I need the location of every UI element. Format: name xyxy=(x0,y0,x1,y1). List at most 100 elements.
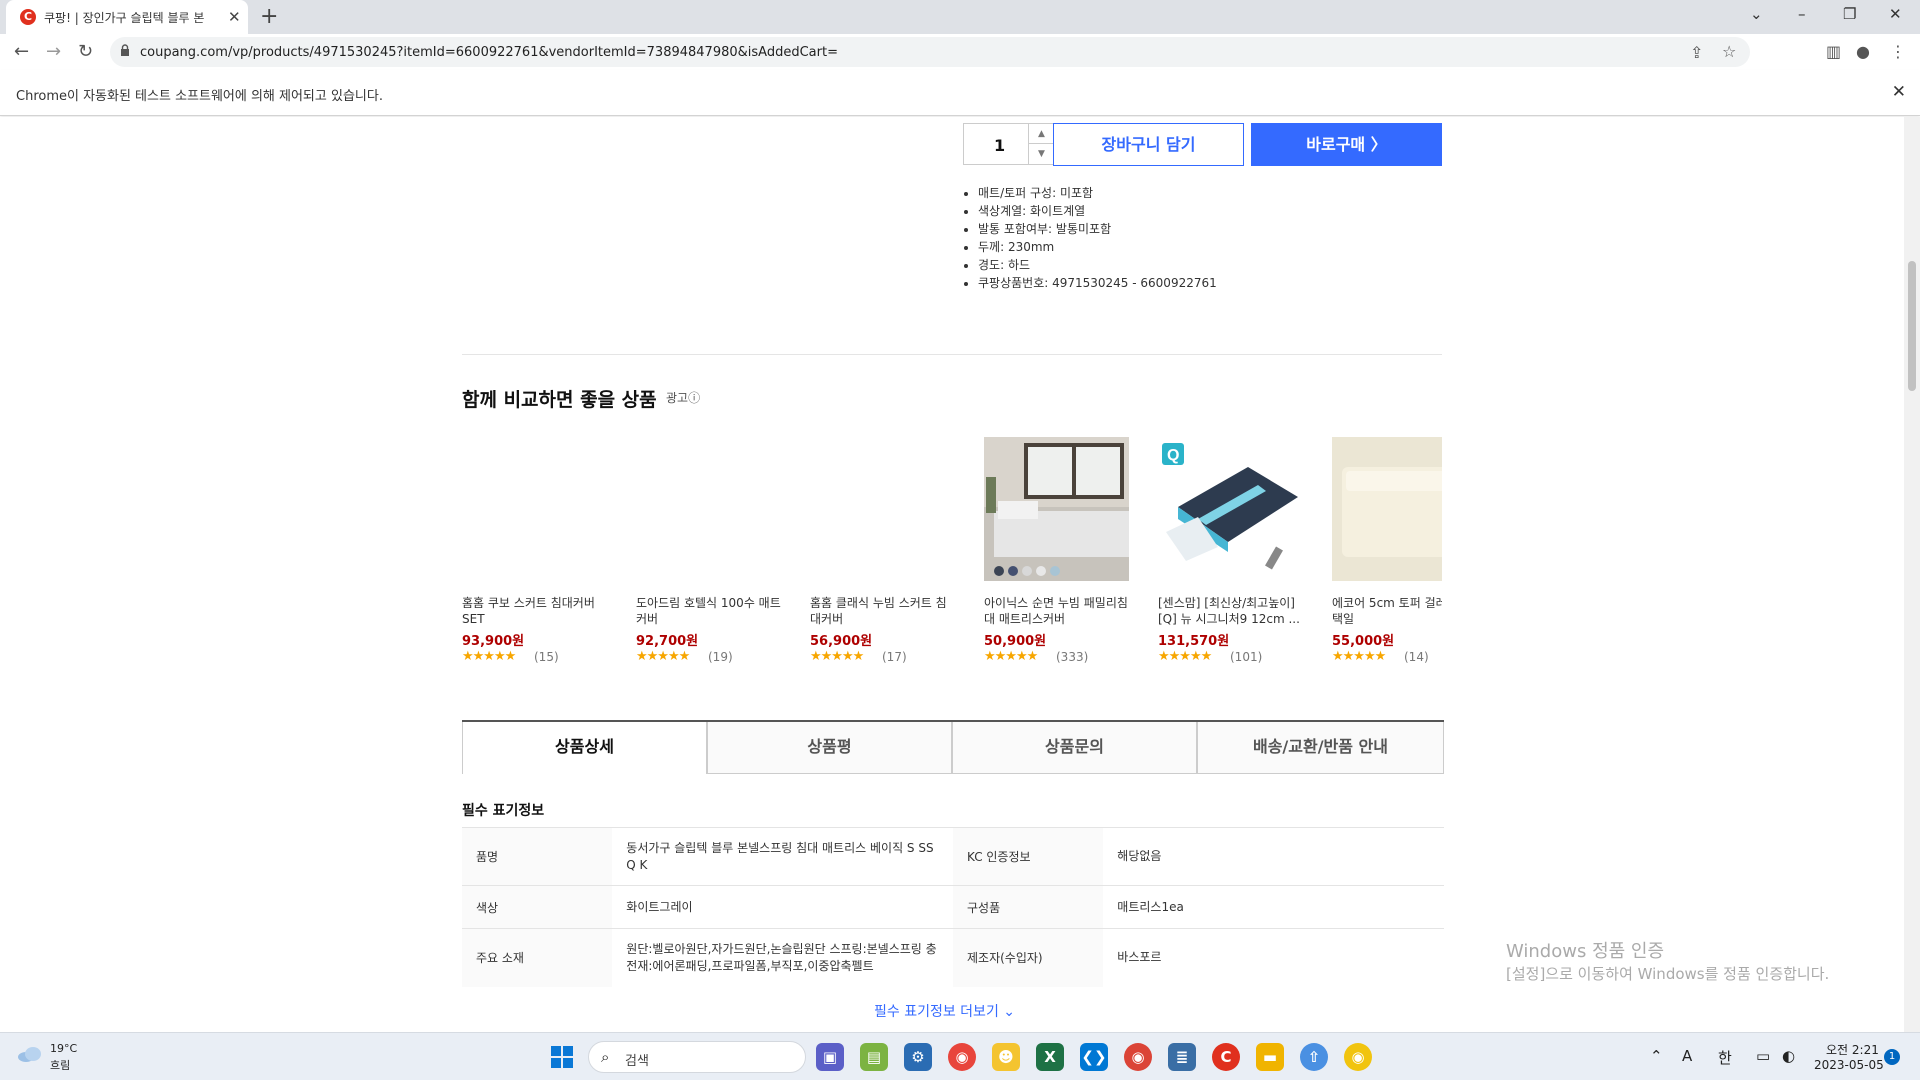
chrome-icon[interactable]: ◉ xyxy=(948,1043,976,1071)
spec-item: 경도: 하드 xyxy=(978,256,1217,274)
product-price: 93,900원 xyxy=(462,634,525,649)
rating-stars-icon: ★★★★★ xyxy=(984,649,1038,664)
file-explorer-icon[interactable]: ▬ xyxy=(1256,1043,1284,1071)
spec-item: 색상계열: 화이트계열 xyxy=(978,202,1217,220)
product-name[interactable]: 홈홈 쿠보 스커트 침대커버 SET xyxy=(462,595,607,627)
lock-icon xyxy=(121,44,129,56)
network-icon[interactable]: ▭ xyxy=(1756,1047,1770,1065)
volume-icon[interactable]: ◐ xyxy=(1782,1047,1795,1065)
bookmark-star-icon[interactable]: ☆ xyxy=(1722,42,1736,61)
windows-start-icon[interactable] xyxy=(548,1043,576,1071)
product-name[interactable]: [센스맘] [최신상/최고높이][Q] 뉴 시그니처9 12cm ... xyxy=(1158,595,1303,627)
product-image[interactable] xyxy=(984,437,1129,581)
section-divider xyxy=(462,354,1442,355)
tab-search-chevron-icon[interactable]: ⌄ xyxy=(1750,5,1763,23)
address-bar[interactable]: coupang.com/vp/products/4971530245?itemI… xyxy=(110,37,1750,67)
mattress-photo-icon: Q xyxy=(1158,437,1303,581)
scrollbar-thumb[interactable] xyxy=(1908,261,1916,391)
add-to-cart-button[interactable]: 장바구니 담기 xyxy=(1053,123,1244,166)
minimize-button[interactable]: – xyxy=(1798,5,1806,23)
tab-shipping-returns[interactable]: 배송/교환/반품 안내 xyxy=(1197,722,1444,774)
notification-badge[interactable]: 1 xyxy=(1884,1049,1900,1065)
quantity-value[interactable]: 1 xyxy=(994,136,1005,155)
table-row: 주요 소재 원단:벨로아원단,자가드원단,논슬립원단 스프링:본넬스프링 충전재… xyxy=(462,928,1444,987)
product-name[interactable]: 홈홈 클래식 누빔 스커트 침대커버 xyxy=(810,595,955,627)
product-image[interactable] xyxy=(1332,437,1442,581)
bedroom-photo-icon xyxy=(984,437,1129,581)
product-image[interactable] xyxy=(636,437,781,581)
rating-stars-icon: ★★★★★ xyxy=(810,649,864,664)
spec-item: 매트/토퍼 구성: 미포함 xyxy=(978,184,1217,202)
teams-chat-icon[interactable]: ▣ xyxy=(816,1043,844,1071)
tab-inquiries[interactable]: 상품문의 xyxy=(952,722,1197,774)
product-price: 131,570원 xyxy=(1158,634,1230,649)
review-count: (101) xyxy=(1230,650,1263,664)
buy-now-button[interactable]: 바로구매 〉 xyxy=(1251,123,1442,166)
product-card[interactable]: 도아드림 호텔식 100수 매트커버 92,700원 ★★★★★ (19) xyxy=(636,437,781,677)
tab-reviews[interactable]: 상품평 xyxy=(707,722,952,774)
product-card[interactable]: 홈홈 쿠보 스커트 침대커버 SET 93,900원 ★★★★★ (15) xyxy=(462,437,607,677)
reload-icon[interactable]: ↻ xyxy=(78,41,93,62)
search-icon: ⌕ xyxy=(601,1048,610,1066)
profile-avatar-icon[interactable]: ● xyxy=(1856,42,1870,61)
ime-language[interactable]: 한 xyxy=(1718,1047,1732,1068)
svg-text:Q: Q xyxy=(1167,447,1179,464)
product-name[interactable]: 에코어 5cm 토퍼 걸레 종 중 택일 xyxy=(1332,595,1442,627)
product-price: 56,900원 xyxy=(810,634,873,649)
product-card[interactable]: 에코어 5cm 토퍼 걸레 종 중 택일 55,000원 ★★★★★ (14) xyxy=(1332,437,1442,677)
notepad-icon[interactable]: ≣ xyxy=(1168,1043,1196,1071)
product-card[interactable]: 아이닉스 순면 누빔 패밀리침대 매트리스커버 50,900원 ★★★★★ (3… xyxy=(984,437,1129,677)
forward-arrow-icon[interactable]: → xyxy=(46,41,61,62)
tab-close-icon[interactable]: ✕ xyxy=(228,8,241,26)
quantity-stepper[interactable]: 1 ▲ ▼ xyxy=(963,123,1055,165)
weather-temperature[interactable]: 19°C xyxy=(50,1042,77,1055)
maximize-button[interactable]: ❐ xyxy=(1843,5,1856,23)
back-arrow-icon[interactable]: ← xyxy=(14,41,29,62)
excel-icon[interactable]: X xyxy=(1036,1043,1064,1071)
product-image[interactable] xyxy=(462,437,607,581)
people-icon[interactable]: ☻ xyxy=(992,1043,1020,1071)
windows-activation-title: Windows 정품 인증 xyxy=(1506,941,1665,962)
chrome-icon[interactable]: ◉ xyxy=(1124,1043,1152,1071)
ime-mode[interactable]: A xyxy=(1682,1047,1692,1065)
vscode-icon[interactable]: ❮❯ xyxy=(1080,1043,1108,1071)
review-count: (15) xyxy=(534,650,559,664)
product-image[interactable]: Q xyxy=(1158,437,1303,581)
page-scrollbar[interactable] xyxy=(1904,117,1920,1032)
browser-tab[interactable]: C 쿠팡! | 장인가구 슬립텍 블루 본 ✕ xyxy=(6,0,248,34)
spec-item: 쿠팡상품번호: 4971530245 - 6600922761 xyxy=(978,274,1217,292)
recommend-title: 함께 비교하면 좋을 상품 xyxy=(462,389,657,411)
product-name[interactable]: 도아드림 호텔식 100수 매트커버 xyxy=(636,595,781,627)
product-name[interactable]: 아이닉스 순면 누빔 패밀리침대 매트리스커버 xyxy=(984,595,1129,627)
taskbar-search-input[interactable]: ⌕ 검색 xyxy=(588,1041,806,1073)
close-window-button[interactable]: ✕ xyxy=(1889,5,1902,23)
quantity-up-icon[interactable]: ▲ xyxy=(1028,124,1054,144)
product-image[interactable] xyxy=(810,437,955,581)
new-tab-button[interactable]: + xyxy=(260,4,278,29)
infobar-close-icon[interactable]: ✕ xyxy=(1892,82,1906,102)
chrome-icon[interactable]: ◉ xyxy=(1344,1043,1372,1071)
coupang-app-icon[interactable]: C xyxy=(1212,1043,1240,1071)
ad-label[interactable]: 광고ⓘ xyxy=(666,389,700,406)
clock-time[interactable]: 오전 2:21 xyxy=(1826,1041,1879,1058)
table-key: 구성품 xyxy=(952,885,1104,929)
product-card[interactable]: Q [센스맘] [최신상/최고높이][Q] 뉴 시그니처9 12cm ... 1… xyxy=(1158,437,1303,677)
topper-photo-icon xyxy=(1332,437,1442,581)
side-panel-icon[interactable]: ▥ xyxy=(1826,42,1841,61)
table-value: 화이트그레이 xyxy=(612,885,953,929)
product-card[interactable]: 홈홈 클래식 누빔 스커트 침대커버 56,900원 ★★★★★ (17) xyxy=(810,437,955,677)
weather-description[interactable]: 흐림 xyxy=(50,1057,70,1073)
review-count: (19) xyxy=(708,650,733,664)
sticky-app-icon[interactable]: ▤ xyxy=(860,1043,888,1071)
tray-chevron-icon[interactable]: ⌃ xyxy=(1650,1047,1663,1065)
more-required-info-link[interactable]: 필수 표기정보 더보기 ⌄ xyxy=(874,1001,1015,1021)
page-content: 1 ▲ ▼ 장바구니 담기 바로구매 〉 매트/토퍼 구성: 미포함 색상계열:… xyxy=(0,117,1904,1032)
settings-gear-icon[interactable]: ⚙ xyxy=(904,1043,932,1071)
upload-app-icon[interactable]: ⇧ xyxy=(1300,1043,1328,1071)
quantity-down-icon[interactable]: ▼ xyxy=(1028,144,1054,164)
tab-product-detail[interactable]: 상품상세 xyxy=(462,722,707,774)
share-icon[interactable]: ⇪ xyxy=(1690,43,1703,62)
clock-date[interactable]: 2023-05-05 xyxy=(1814,1058,1884,1072)
menu-kebab-icon[interactable]: ⋮ xyxy=(1890,42,1906,61)
table-value: 원단:벨로아원단,자가드원단,논슬립원단 스프링:본넬스프링 충전재:에어론패딩… xyxy=(612,928,953,987)
